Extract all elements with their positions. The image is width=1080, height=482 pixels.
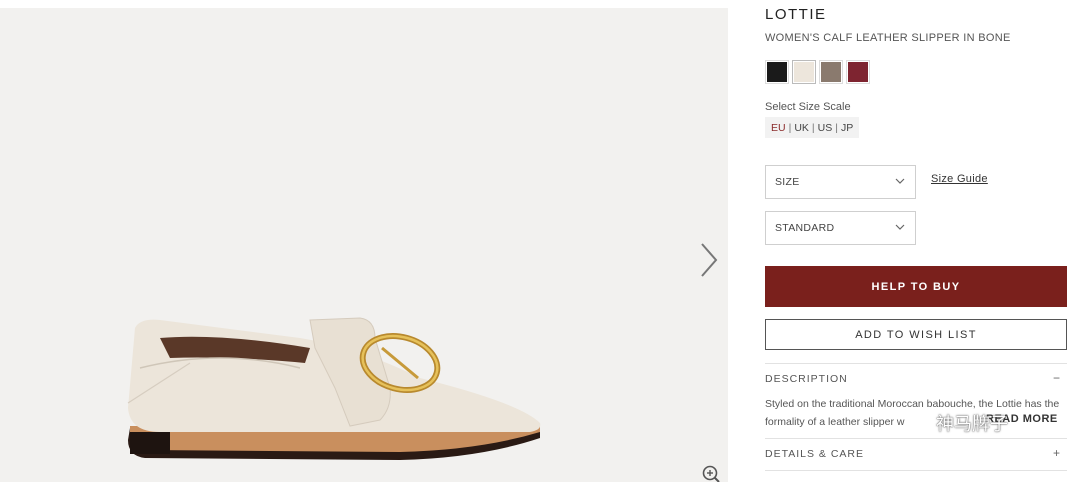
scale-option-eu[interactable]: EU — [771, 122, 786, 134]
details-heading: DETAILS & CARE — [765, 448, 864, 460]
size-scale-label: Select Size Scale — [765, 101, 851, 113]
help-to-buy-button[interactable]: HELP TO BUY — [765, 266, 1067, 307]
add-to-wishlist-button[interactable]: ADD TO WISH LIST — [765, 319, 1067, 350]
description-accordion-header[interactable]: DESCRIPTION − — [765, 371, 1067, 389]
description-heading: DESCRIPTION — [765, 373, 848, 385]
wechat-icon — [907, 413, 931, 433]
scale-separator: | — [835, 121, 838, 134]
divider — [765, 438, 1067, 439]
next-image-chevron-icon[interactable] — [694, 240, 722, 280]
product-image — [127, 317, 541, 460]
color-swatches — [765, 60, 870, 84]
swatch-taupe[interactable] — [819, 60, 843, 84]
swatch-burgundy[interactable] — [846, 60, 870, 84]
chevron-down-icon — [895, 178, 905, 184]
chevron-down-icon — [895, 224, 905, 230]
size-dropdown[interactable]: SIZE — [765, 165, 916, 199]
product-title: LOTTIE — [765, 6, 827, 23]
product-gallery — [0, 8, 728, 482]
scale-option-jp[interactable]: JP — [841, 122, 853, 134]
watermark-text: 神马牌子 — [936, 414, 1008, 434]
product-subtitle: WOMEN'S CALF LEATHER SLIPPER IN BONE — [765, 32, 1011, 44]
size-dropdown-value: SIZE — [775, 176, 800, 188]
scale-separator: | — [811, 121, 815, 134]
scale-option-us[interactable]: US — [818, 122, 833, 134]
scale-separator: | — [788, 121, 792, 134]
divider — [765, 470, 1067, 471]
scale-option-uk[interactable]: UK — [794, 122, 809, 134]
zoom-in-icon[interactable] — [700, 464, 722, 482]
divider — [765, 363, 1067, 364]
swatch-black[interactable] — [765, 60, 789, 84]
fit-dropdown[interactable]: STANDARD — [765, 211, 916, 245]
collapse-toggle-icon[interactable]: − — [1053, 371, 1061, 385]
watermark: 神马牌子 — [906, 410, 1008, 436]
size-scale-selector: EU | UK | US | JP — [765, 117, 860, 138]
swatch-bone[interactable] — [792, 60, 816, 84]
size-guide-link[interactable]: Size Guide — [931, 173, 988, 185]
details-accordion-header[interactable]: DETAILS & CARE + — [765, 446, 1067, 464]
expand-toggle-icon[interactable]: + — [1053, 446, 1061, 460]
fit-dropdown-value: STANDARD — [775, 222, 835, 234]
